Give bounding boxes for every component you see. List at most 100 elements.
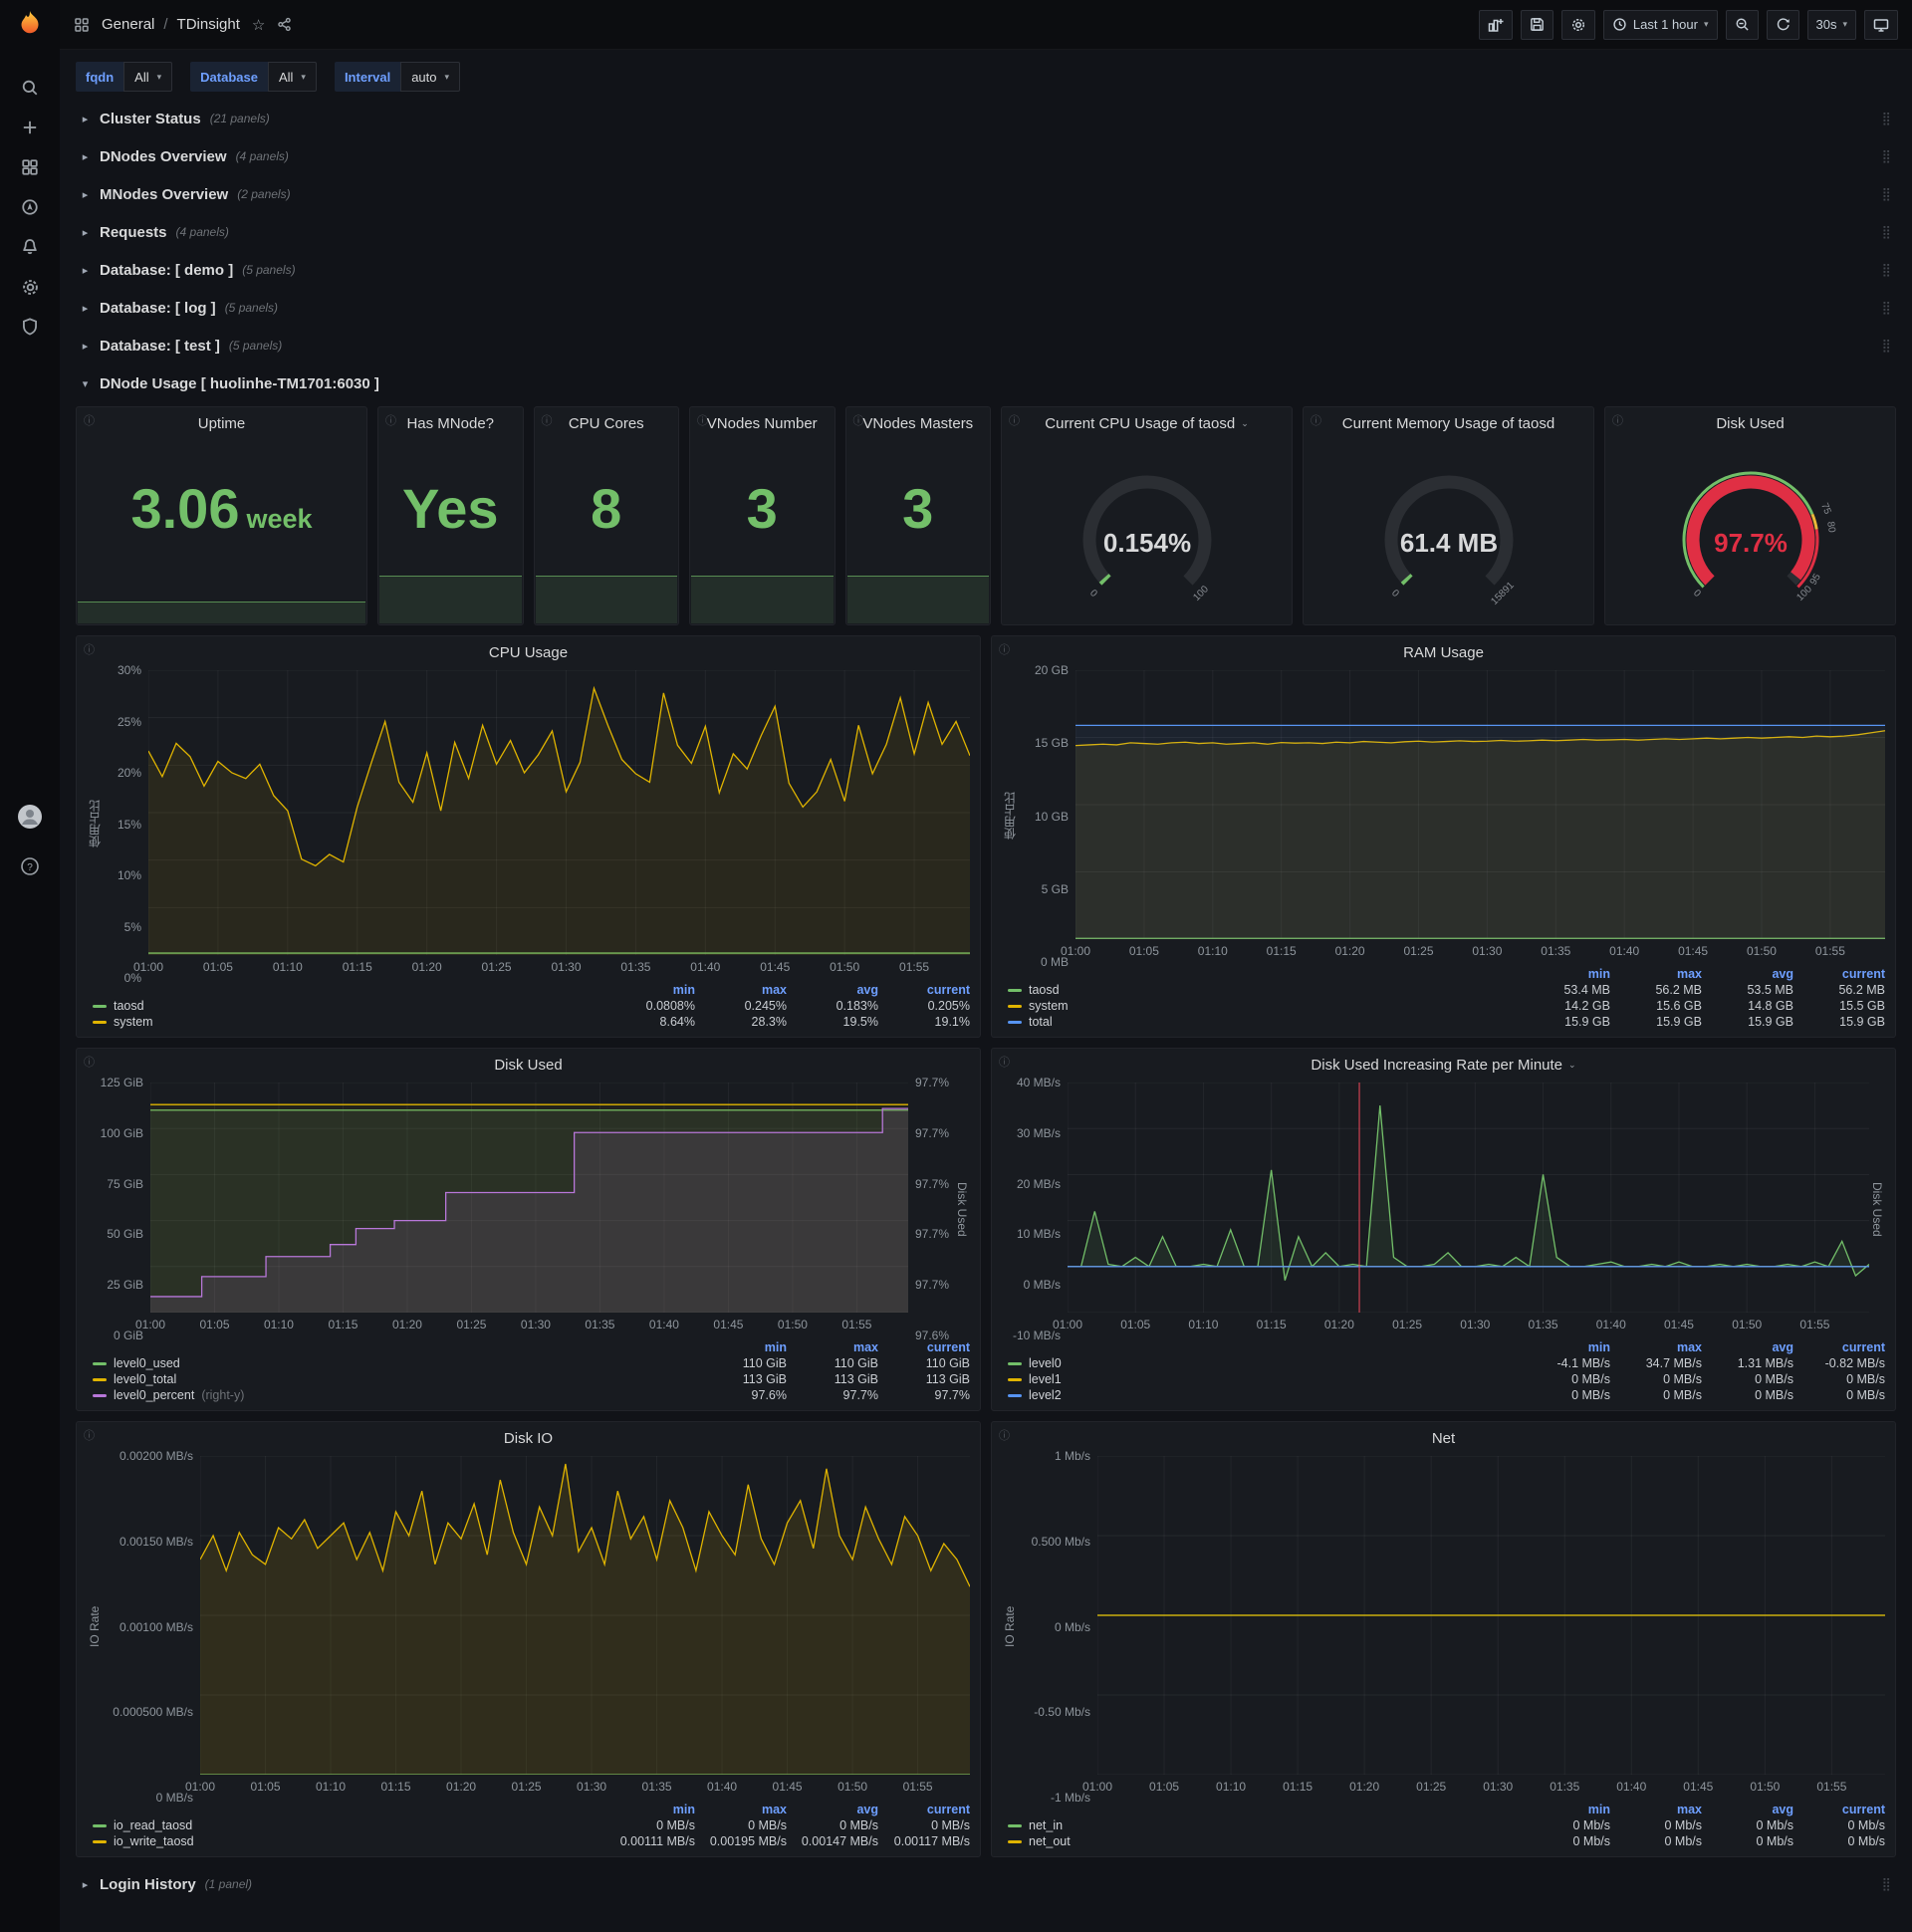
chart-plot[interactable] [1068,1083,1869,1313]
panel-cpu-cores: ⓘ CPU Cores 8 [533,406,679,625]
x-tick-label: 01:25 [481,960,512,974]
legend-column-header: avg [1772,967,1793,981]
variable-value-dropdown[interactable]: auto ▾ [400,62,461,92]
legend-series-name: level0_percent [114,1388,195,1402]
apps-grid-icon[interactable] [74,17,90,33]
chart-plot[interactable] [148,670,970,955]
panel-title[interactable]: Uptime [77,407,366,439]
chart-plot[interactable] [1076,670,1885,939]
share-icon[interactable] [277,17,292,32]
help-icon[interactable]: ? [10,846,50,886]
legend-series-level0-percent[interactable]: level0_percent (right-y) [93,1388,695,1402]
variable-value-dropdown[interactable]: All ▾ [267,62,317,92]
create-plus-icon[interactable] [10,108,50,147]
legend-series-level1[interactable]: level1 [1008,1372,1519,1386]
variable-interval[interactable]: Interval auto ▾ [334,62,461,92]
row-drag-handle[interactable]: ⣿ [1881,224,1892,240]
time-range-picker[interactable]: Last 1 hour ▾ [1602,9,1718,40]
search-icon[interactable] [10,68,50,108]
legend-value: 15.9 GB [1564,1015,1610,1029]
variable-database[interactable]: Database All ▾ [190,62,317,92]
y-tick-label: 0 Mb/s [1054,1619,1090,1634]
row-drag-handle[interactable]: ⣿ [1881,148,1892,164]
legend-series-level0-total[interactable]: level0_total [93,1372,695,1386]
row-drag-handle[interactable]: ⣿ [1881,300,1892,316]
row-drag-handle[interactable]: ⣿ [1881,186,1892,202]
panel-title[interactable]: Net [992,1422,1895,1454]
legend-series-level0[interactable]: level0 [1008,1356,1519,1370]
legend-series-level2[interactable]: level2 [1008,1388,1519,1402]
dashboard-row-cluster-status[interactable]: ▸ Cluster Status (21 panels) ⣿ [76,104,1896,133]
legend-value: 0 MB/s [1755,1388,1793,1402]
panel-title[interactable]: Disk Used [77,1049,980,1081]
legend-series-io-read-taosd[interactable]: io_read_taosd [93,1818,603,1832]
chart-plot[interactable] [1097,1456,1885,1775]
panel-title[interactable]: VNodes Number [690,407,835,439]
panel-title[interactable]: Disk Used [1605,407,1895,439]
grafana-logo[interactable] [13,8,47,42]
star-icon[interactable]: ☆ [252,16,265,34]
panel-title[interactable]: VNodes Masters [846,407,991,439]
panel-title[interactable]: CPU Usage [77,636,980,668]
panel-title[interactable]: Current Memory Usage of taosd [1304,407,1593,439]
alerting-bell-icon[interactable] [10,227,50,267]
dashboard-row-database-log[interactable]: ▸ Database: [ log ] (5 panels) ⣿ [76,293,1896,323]
row-drag-handle[interactable]: ⣿ [1881,262,1892,278]
variable-label: Database [190,62,268,92]
plot-column: 01:00 01:05 01:10 01:15 01:20 01:25 01:30 01:35… [1061,670,1885,962]
row-panel-count: (2 panels) [237,187,291,201]
legend-series-system[interactable]: system [93,1015,603,1029]
explore-compass-icon[interactable] [10,187,50,227]
legend-series-level0-used[interactable]: level0_used [93,1356,695,1370]
row-drag-handle[interactable]: ⣿ [1881,111,1892,126]
dashboard-row-mnodes-overview[interactable]: ▸ MNodes Overview (2 panels) ⣿ [76,179,1896,209]
panel-title[interactable]: Disk IO [77,1422,980,1454]
chart-plot[interactable] [150,1083,908,1313]
dashboards-icon[interactable] [10,147,50,187]
dashboard-row-requests[interactable]: ▸ Requests (4 panels) ⣿ [76,217,1896,247]
panel-title[interactable]: Disk Used Increasing Rate per Minute ⌄ [992,1049,1895,1081]
legend-series-taosd[interactable]: taosd [93,999,603,1013]
dashboard-row-login-history[interactable]: ▸ Login History (1 panel) ⣿ [76,1869,1896,1899]
refresh-interval-picker[interactable]: 30s ▾ [1806,9,1856,40]
configuration-gear-icon[interactable] [10,267,50,307]
dashboard-title[interactable]: TDinsight [177,16,240,33]
variable-value: All [278,69,294,85]
x-tick-label: 01:30 [577,1780,607,1794]
variable-fqdn[interactable]: fqdn All ▾ [76,62,173,92]
dashboard-settings-button[interactable] [1560,9,1595,40]
add-panel-button[interactable] [1478,9,1513,40]
panel-title[interactable]: CPU Cores [535,407,679,439]
legend-value: 113 GiB [834,1372,878,1386]
save-dashboard-button[interactable] [1520,9,1554,40]
legend-series-name: level2 [1029,1388,1062,1402]
legend-value: 0 MB/s [839,1818,878,1832]
row-drag-handle[interactable]: ⣿ [1881,338,1892,354]
dashboard-row-database-test[interactable]: ▸ Database: [ test ] (5 panels) ⣿ [76,331,1896,361]
cycle-view-mode-button[interactable] [1864,9,1898,40]
legend-series-system[interactable]: system [1008,999,1519,1013]
legend-series-net-out[interactable]: net_out [1008,1834,1519,1848]
panel-title[interactable]: RAM Usage [992,636,1895,668]
y-tick-label: 97.7% [915,1076,950,1089]
x-tick-label: 01:40 [1609,944,1640,958]
collapsed-rows: ▸ Cluster Status (21 panels) ⣿ ▸ DNodes Overv… [76,104,1896,361]
legend-series-io-write-taosd[interactable]: io_write_taosd [93,1834,603,1848]
dashboard-row-dnodes-overview[interactable]: ▸ DNodes Overview (4 panels) ⣿ [76,141,1896,171]
dashboard-row-dnode-usage[interactable]: ▾ DNode Usage [ huolinhe-TM1701:6030 ] [76,368,1896,398]
row-drag-handle[interactable]: ⣿ [1881,1876,1892,1892]
legend-series-taosd[interactable]: taosd [1008,983,1519,997]
variable-value-dropdown[interactable]: All ▾ [123,62,173,92]
refresh-button[interactable] [1766,9,1799,40]
user-avatar[interactable] [10,797,50,837]
legend-series-total[interactable]: total [1008,1015,1519,1029]
legend-series-net-in[interactable]: net_in [1008,1818,1519,1832]
legend-series-color-icon [1008,1823,1022,1827]
panel-title[interactable]: Has MNode? [378,407,523,439]
zoom-out-button[interactable] [1725,9,1759,40]
chart-plot[interactable] [200,1456,970,1775]
breadcrumb-folder[interactable]: General [102,16,154,33]
server-admin-shield-icon[interactable] [10,307,50,347]
dashboard-row-database-demo[interactable]: ▸ Database: [ demo ] (5 panels) ⣿ [76,255,1896,285]
panel-title[interactable]: Current CPU Usage of taosd ⌄ [1002,407,1292,439]
